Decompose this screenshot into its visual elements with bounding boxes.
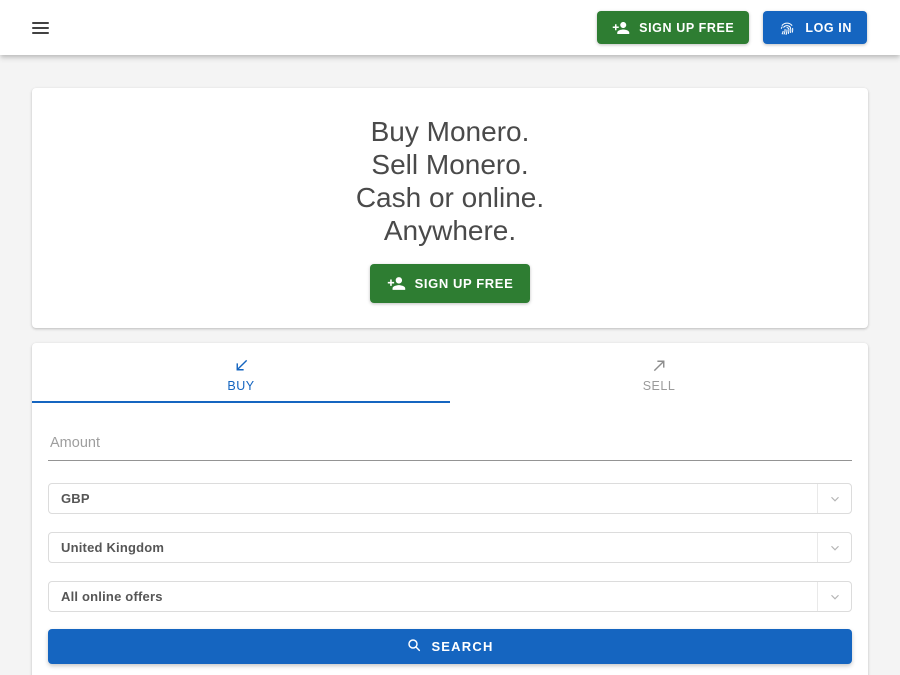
- trade-widget-card: BUY SELL GBP United Kingdom: [32, 343, 868, 675]
- search-button[interactable]: SEARCH: [48, 629, 852, 664]
- tab-sell-label: SELL: [643, 379, 676, 393]
- person-add-icon: [387, 274, 406, 293]
- hero-signup-button[interactable]: SIGN UP FREE: [370, 264, 531, 303]
- hero-card: Buy Monero. Sell Monero. Cash or online.…: [32, 88, 868, 328]
- chevron-down-icon: [817, 484, 851, 513]
- signup-free-button[interactable]: SIGN UP FREE: [597, 11, 749, 44]
- country-select-value: United Kingdom: [49, 540, 817, 555]
- currency-select-value: GBP: [49, 491, 817, 506]
- hero-line-1: Buy Monero.: [32, 115, 868, 148]
- country-select[interactable]: United Kingdom: [48, 532, 852, 563]
- buy-sell-tabs: BUY SELL: [32, 343, 868, 403]
- tab-buy-label: BUY: [227, 379, 254, 393]
- chevron-down-icon: [817, 582, 851, 611]
- offer-type-select-value: All online offers: [49, 589, 817, 604]
- search-button-label: SEARCH: [431, 639, 493, 654]
- hero-heading: Buy Monero. Sell Monero. Cash or online.…: [32, 115, 868, 247]
- person-add-icon: [612, 19, 630, 37]
- hamburger-menu-icon[interactable]: [32, 19, 49, 37]
- tab-buy[interactable]: BUY: [32, 343, 450, 403]
- hero-line-2: Sell Monero.: [32, 148, 868, 181]
- hero-line-3: Cash or online.: [32, 181, 868, 214]
- login-button[interactable]: LOG IN: [763, 11, 867, 44]
- login-label: LOG IN: [805, 21, 852, 35]
- arrow-down-left-icon: [233, 357, 250, 374]
- tab-sell[interactable]: SELL: [450, 343, 868, 403]
- hero-signup-label: SIGN UP FREE: [415, 276, 514, 291]
- currency-select[interactable]: GBP: [48, 483, 852, 514]
- search-icon: [406, 637, 422, 656]
- arrow-up-right-icon: [651, 357, 668, 374]
- fingerprint-icon: [778, 19, 796, 37]
- chevron-down-icon: [817, 533, 851, 562]
- trade-form: GBP United Kingdom All online offers: [32, 403, 868, 664]
- amount-input[interactable]: [48, 431, 852, 461]
- signup-free-label: SIGN UP FREE: [639, 21, 734, 35]
- app-bar: SIGN UP FREE LOG IN: [0, 0, 900, 55]
- offer-type-select[interactable]: All online offers: [48, 581, 852, 612]
- hero-line-4: Anywhere.: [32, 214, 868, 247]
